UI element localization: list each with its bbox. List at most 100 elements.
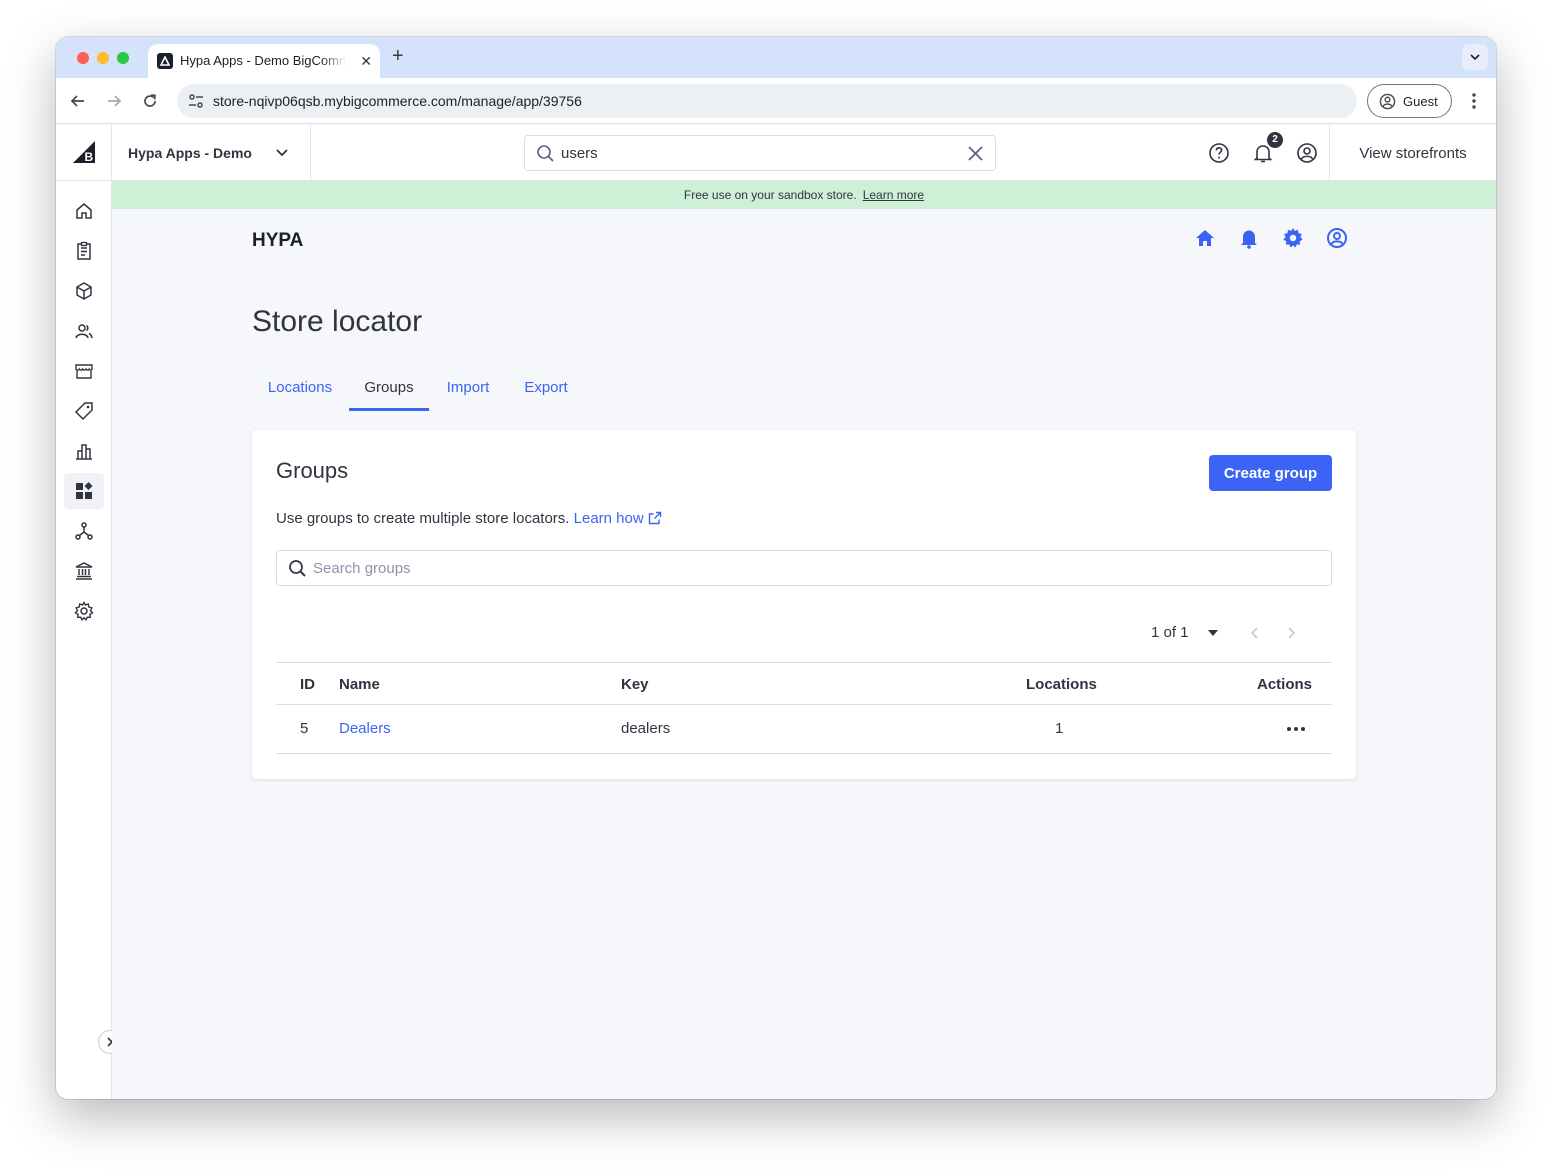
sidebar-item-settings[interactable]: [64, 593, 104, 629]
minimize-window-button[interactable]: [97, 52, 109, 64]
view-storefronts-button[interactable]: View storefronts: [1329, 125, 1496, 181]
help-icon[interactable]: [1208, 142, 1230, 164]
sandbox-banner: Free use on your sandbox store. Learn mor…: [112, 181, 1496, 209]
sidebar-item-products[interactable]: [64, 273, 104, 309]
tab-search-button[interactable]: [1462, 44, 1488, 70]
chevron-down-icon: [1470, 54, 1480, 61]
sidebar-item-apps[interactable]: [64, 473, 104, 509]
bigcommerce-logo-icon[interactable]: B: [56, 125, 112, 181]
search-groups-input[interactable]: [313, 551, 1313, 585]
control-panel-header: B Hypa Apps - Demo users 2 View storefro…: [56, 125, 1496, 181]
caret-down-icon[interactable]: [1207, 628, 1219, 638]
sidebar-item-marketing[interactable]: [64, 393, 104, 429]
clear-search-icon[interactable]: [966, 144, 985, 163]
home-icon: [76, 203, 92, 219]
forward-icon[interactable]: [104, 91, 124, 111]
column-header-key: Key: [621, 676, 649, 693]
chevron-down-icon: [276, 149, 288, 157]
app-home-icon[interactable]: [1194, 227, 1216, 249]
customers-icon: [75, 324, 93, 339]
sidebar-item-storefront[interactable]: [64, 353, 104, 389]
column-header-name: Name: [339, 676, 380, 693]
tab-title: Hypa Apps - Demo BigCommerce: [180, 53, 346, 68]
banner-text: Free use on your sandbox store.: [683, 188, 857, 202]
hypa-logo[interactable]: HYPA: [252, 229, 308, 251]
learn-how-label: Learn how: [573, 510, 644, 527]
previous-page-icon[interactable]: [1248, 625, 1262, 641]
page-title: Store locator: [252, 305, 423, 338]
tab-import[interactable]: Import: [436, 375, 500, 411]
reload-icon[interactable]: [140, 91, 160, 111]
groups-card: Groups Create group Use groups to create…: [252, 430, 1356, 779]
marketing-icon: [74, 402, 93, 421]
table-header: ID Name Key Locations Actions: [276, 662, 1332, 705]
browser-titlebar: Hypa Apps - Demo BigCommerce ✕ +: [56, 37, 1496, 78]
app-settings-icon[interactable]: [1282, 227, 1304, 249]
notification-count-badge: 2: [1267, 132, 1283, 148]
create-group-button[interactable]: Create group: [1209, 455, 1332, 491]
more-horizontal-icon: [1287, 727, 1305, 731]
description-text: Use groups to create multiple store loca…: [276, 510, 570, 527]
search-icon: [289, 560, 306, 577]
browser-menu-icon[interactable]: [1464, 91, 1484, 111]
search-icon: [537, 145, 554, 162]
sidebar-item-orders[interactable]: [64, 233, 104, 269]
tab-locations[interactable]: Locations: [252, 375, 348, 411]
products-icon: [76, 282, 92, 300]
column-header-id: ID: [300, 676, 315, 693]
next-page-icon[interactable]: [1284, 625, 1298, 641]
settings-icon: [74, 601, 94, 621]
groups-title: Groups: [276, 458, 349, 483]
column-header-actions: Actions: [1257, 676, 1313, 693]
sidebar-item-customers[interactable]: [64, 313, 104, 349]
tab-close-icon[interactable]: ✕: [360, 53, 372, 69]
banner-learn-more-link[interactable]: Learn more: [863, 188, 924, 202]
sidebar-item-analytics[interactable]: [64, 433, 104, 469]
tab-groups[interactable]: Groups: [349, 375, 429, 411]
browser-tab[interactable]: Hypa Apps - Demo BigCommerce ✕: [148, 44, 380, 78]
pagination-label[interactable]: 1 of 1: [1151, 624, 1189, 641]
row-key: dealers: [621, 720, 671, 737]
storefront-icon: [75, 364, 93, 379]
sidebar-item-channels[interactable]: [64, 513, 104, 549]
column-header-locations: Locations: [1026, 676, 1097, 693]
row-locations: 1: [1055, 720, 1064, 737]
table-row: 5 Dealers dealers 1: [276, 705, 1332, 754]
store-switcher[interactable]: Hypa Apps - Demo: [112, 125, 311, 181]
search-value: users: [561, 145, 598, 162]
app-content: HYPA Store locator Locations Groups Impo…: [112, 209, 1496, 1099]
account-icon[interactable]: [1296, 142, 1318, 164]
global-search-input[interactable]: users: [524, 135, 996, 171]
maximize-window-button[interactable]: [117, 52, 129, 64]
svg-text:B: B: [84, 150, 93, 164]
analytics-icon: [76, 444, 92, 460]
row-actions-button[interactable]: [1278, 719, 1314, 739]
bigcommerce-favicon-icon: [157, 53, 173, 69]
learn-how-link[interactable]: Learn how: [574, 510, 662, 527]
store-name: Hypa Apps - Demo: [128, 145, 252, 161]
sidebar-item-finance[interactable]: [64, 553, 104, 589]
groups-description: Use groups to create multiple store loca…: [276, 510, 662, 527]
orders-icon: [77, 241, 91, 260]
sidebar-item-home[interactable]: [64, 193, 104, 229]
row-name-link[interactable]: Dealers: [339, 720, 391, 737]
url-text: store-nqivp06qsb.mybigcommerce.com/manag…: [213, 93, 582, 109]
profile-label: Guest: [1403, 94, 1438, 109]
profile-icon: [1379, 93, 1396, 110]
finance-icon: [75, 562, 93, 580]
browser-window: Hypa Apps - Demo BigCommerce ✕ + store-n…: [56, 37, 1496, 1099]
main-sidebar: [56, 181, 122, 1099]
back-icon[interactable]: [68, 91, 88, 111]
row-id: 5: [300, 720, 309, 737]
site-settings-icon[interactable]: [187, 92, 205, 110]
search-groups-field[interactable]: [276, 550, 1332, 586]
apps-icon: [76, 482, 93, 499]
profile-button[interactable]: Guest: [1367, 84, 1452, 118]
app-bell-icon[interactable]: [1238, 227, 1260, 249]
close-window-button[interactable]: [77, 52, 89, 64]
tab-export[interactable]: Export: [514, 375, 578, 411]
address-bar[interactable]: store-nqivp06qsb.mybigcommerce.com/manag…: [177, 84, 1357, 118]
new-tab-icon[interactable]: +: [392, 46, 404, 66]
channels-icon: [75, 522, 93, 540]
app-account-icon[interactable]: [1326, 227, 1348, 249]
